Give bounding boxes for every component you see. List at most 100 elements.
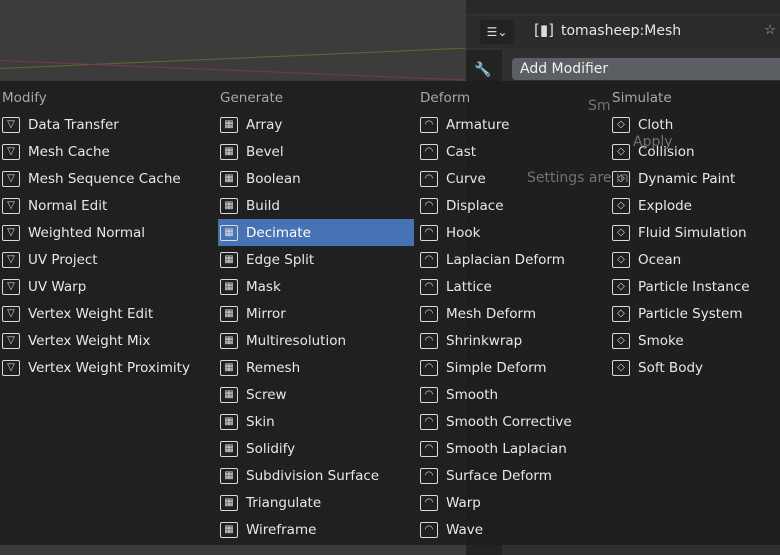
menu-item-multiresolution[interactable]: ▦ Multiresolution: [218, 327, 414, 354]
menu-item-laplacian-deform[interactable]: ◠ Laplacian Deform: [418, 246, 614, 273]
menu-item-soft-body[interactable]: ◇ Soft Body: [610, 354, 780, 381]
menu-item-label: UV Warp: [28, 278, 87, 295]
menu-item-label: Cloth: [638, 116, 674, 133]
menu-item-wireframe[interactable]: ▦ Wireframe: [218, 516, 414, 543]
menu-item-label: Normal Edit: [28, 197, 108, 214]
menu-item-label: Skin: [246, 413, 275, 430]
menu-item-screw[interactable]: ▦ Screw: [218, 381, 414, 408]
menu-item-vertex-weight-edit[interactable]: ▽ Vertex Weight Edit: [0, 300, 196, 327]
bevel-icon: ▦: [220, 143, 238, 160]
menu-item-smooth[interactable]: ◠ Smooth: [418, 381, 614, 408]
menu-item-shrinkwrap[interactable]: ◠ Shrinkwrap: [418, 327, 614, 354]
menu-item-ocean[interactable]: ◇ Ocean: [610, 246, 780, 273]
menu-item-label: Solidify: [246, 440, 296, 457]
mesh-icon: [▮]: [534, 21, 554, 39]
menu-item-data-transfer[interactable]: ▽ Data Transfer: [0, 111, 196, 138]
menu-item-label: Cast: [446, 143, 477, 160]
surface-deform-icon: ◠: [420, 467, 438, 484]
wrench-icon[interactable]: 🔧: [474, 62, 491, 78]
multiresolution-icon: ▦: [220, 332, 238, 349]
menu-item-simple-deform[interactable]: ◠ Simple Deform: [418, 354, 614, 381]
menu-item-warp[interactable]: ◠ Warp: [418, 489, 614, 516]
menu-item-particle-instance[interactable]: ◇ Particle Instance: [610, 273, 780, 300]
normal-edit-icon: ▽: [2, 197, 20, 214]
object-name: tomasheep:Mesh: [561, 23, 682, 39]
menu-item-smoke[interactable]: ◇ Smoke: [610, 327, 780, 354]
vertex-weight-edit-icon: ▽: [2, 305, 20, 322]
pin-icon[interactable]: ☆: [764, 22, 776, 38]
remesh-icon: ▦: [220, 359, 238, 376]
menu-item-mesh-cache[interactable]: ▽ Mesh Cache: [0, 138, 196, 165]
menu-column-simulate: Simulate ◇ Cloth ◇ Collision ◇ Dynamic Paint ◇ E…: [610, 89, 780, 381]
subdivision-surface-icon: ▦: [220, 467, 238, 484]
column-title: Generate: [220, 90, 284, 106]
menu-item-displace[interactable]: ◠ Displace: [418, 192, 614, 219]
menu-item-subdivision-surface[interactable]: ▦ Subdivision Surface: [218, 462, 414, 489]
menu-item-label: Edge Split: [246, 251, 315, 268]
menu-item-label: Ocean: [638, 251, 682, 268]
menu-item-edge-split[interactable]: ▦ Edge Split: [218, 246, 414, 273]
add-modifier-button[interactable]: Add Modifier: [512, 58, 780, 80]
menu-item-hook[interactable]: ◠ Hook: [418, 219, 614, 246]
menu-item-build[interactable]: ▦ Build: [218, 192, 414, 219]
solidify-icon: ▦: [220, 440, 238, 457]
menu-item-label: Soft Body: [638, 359, 704, 376]
weighted-normal-icon: ▽: [2, 224, 20, 241]
menu-item-explode[interactable]: ◇ Explode: [610, 192, 780, 219]
menu-item-vertex-weight-mix[interactable]: ▽ Vertex Weight Mix: [0, 327, 196, 354]
menu-item-label: Particle System: [638, 305, 743, 322]
menu-item-lattice[interactable]: ◠ Lattice: [418, 273, 614, 300]
collision-icon: ◇: [612, 143, 630, 160]
menu-item-label: Build: [246, 197, 280, 214]
build-icon: ▦: [220, 197, 238, 214]
menu-item-surface-deform[interactable]: ◠ Surface Deform: [418, 462, 614, 489]
menu-item-armature[interactable]: ◠ Armature: [418, 111, 614, 138]
menu-item-smooth-corrective[interactable]: ◠ Smooth Corrective: [418, 408, 614, 435]
warp-icon: ◠: [420, 494, 438, 511]
cloth-icon: ◇: [612, 116, 630, 133]
menu-item-cast[interactable]: ◠ Cast: [418, 138, 614, 165]
menu-item-remesh[interactable]: ▦ Remesh: [218, 354, 414, 381]
menu-item-collision[interactable]: ◇ Collision: [610, 138, 780, 165]
decimate-icon: ▦: [220, 224, 238, 241]
menu-item-label: Vertex Weight Proximity: [28, 359, 190, 376]
menu-item-solidify[interactable]: ▦ Solidify: [218, 435, 414, 462]
x-axis-line: [0, 60, 466, 81]
menu-item-bevel[interactable]: ▦ Bevel: [218, 138, 414, 165]
menu-item-array[interactable]: ▦ Array: [218, 111, 414, 138]
menu-item-particle-system[interactable]: ◇ Particle System: [610, 300, 780, 327]
explode-icon: ◇: [612, 197, 630, 214]
mask-icon: ▦: [220, 278, 238, 295]
menu-item-mask[interactable]: ▦ Mask: [218, 273, 414, 300]
menu-item-label: Data Transfer: [28, 116, 119, 133]
menu-item-dynamic-paint[interactable]: ◇ Dynamic Paint: [610, 165, 780, 192]
menu-item-label: Triangulate: [246, 494, 322, 511]
menu-item-mirror[interactable]: ▦ Mirror: [218, 300, 414, 327]
menu-item-label: Dynamic Paint: [638, 170, 736, 187]
menu-item-label: Lattice: [446, 278, 492, 295]
menu-item-wave[interactable]: ◠ Wave: [418, 516, 614, 543]
menu-item-curve[interactable]: ◠ Curve: [418, 165, 614, 192]
menu-item-uv-warp[interactable]: ▽ UV Warp: [0, 273, 196, 300]
menu-item-smooth-laplacian[interactable]: ◠ Smooth Laplacian: [418, 435, 614, 462]
editor-type-button[interactable]: ☰⌄: [480, 20, 514, 44]
column-title: Deform: [420, 90, 471, 106]
menu-item-vertex-weight-proximity[interactable]: ▽ Vertex Weight Proximity: [0, 354, 196, 381]
column-title: Modify: [2, 90, 47, 106]
menu-item-weighted-normal[interactable]: ▽ Weighted Normal: [0, 219, 196, 246]
menu-item-boolean[interactable]: ▦ Boolean: [218, 165, 414, 192]
menu-item-label: Array: [246, 116, 283, 133]
menu-item-fluid-simulation[interactable]: ◇ Fluid Simulation: [610, 219, 780, 246]
cast-icon: ◠: [420, 143, 438, 160]
menu-item-normal-edit[interactable]: ▽ Normal Edit: [0, 192, 196, 219]
menu-item-label: Remesh: [246, 359, 301, 376]
menu-item-skin[interactable]: ▦ Skin: [218, 408, 414, 435]
menu-item-label: Boolean: [246, 170, 301, 187]
menu-item-uv-project[interactable]: ▽ UV Project: [0, 246, 196, 273]
menu-item-mesh-sequence-cache[interactable]: ▽ Mesh Sequence Cache: [0, 165, 196, 192]
menu-item-decimate[interactable]: ▦ Decimate: [218, 219, 414, 246]
menu-item-triangulate[interactable]: ▦ Triangulate: [218, 489, 414, 516]
menu-item-label: Laplacian Deform: [446, 251, 565, 268]
menu-item-mesh-deform[interactable]: ◠ Mesh Deform: [418, 300, 614, 327]
menu-item-cloth[interactable]: ◇ Cloth: [610, 111, 780, 138]
